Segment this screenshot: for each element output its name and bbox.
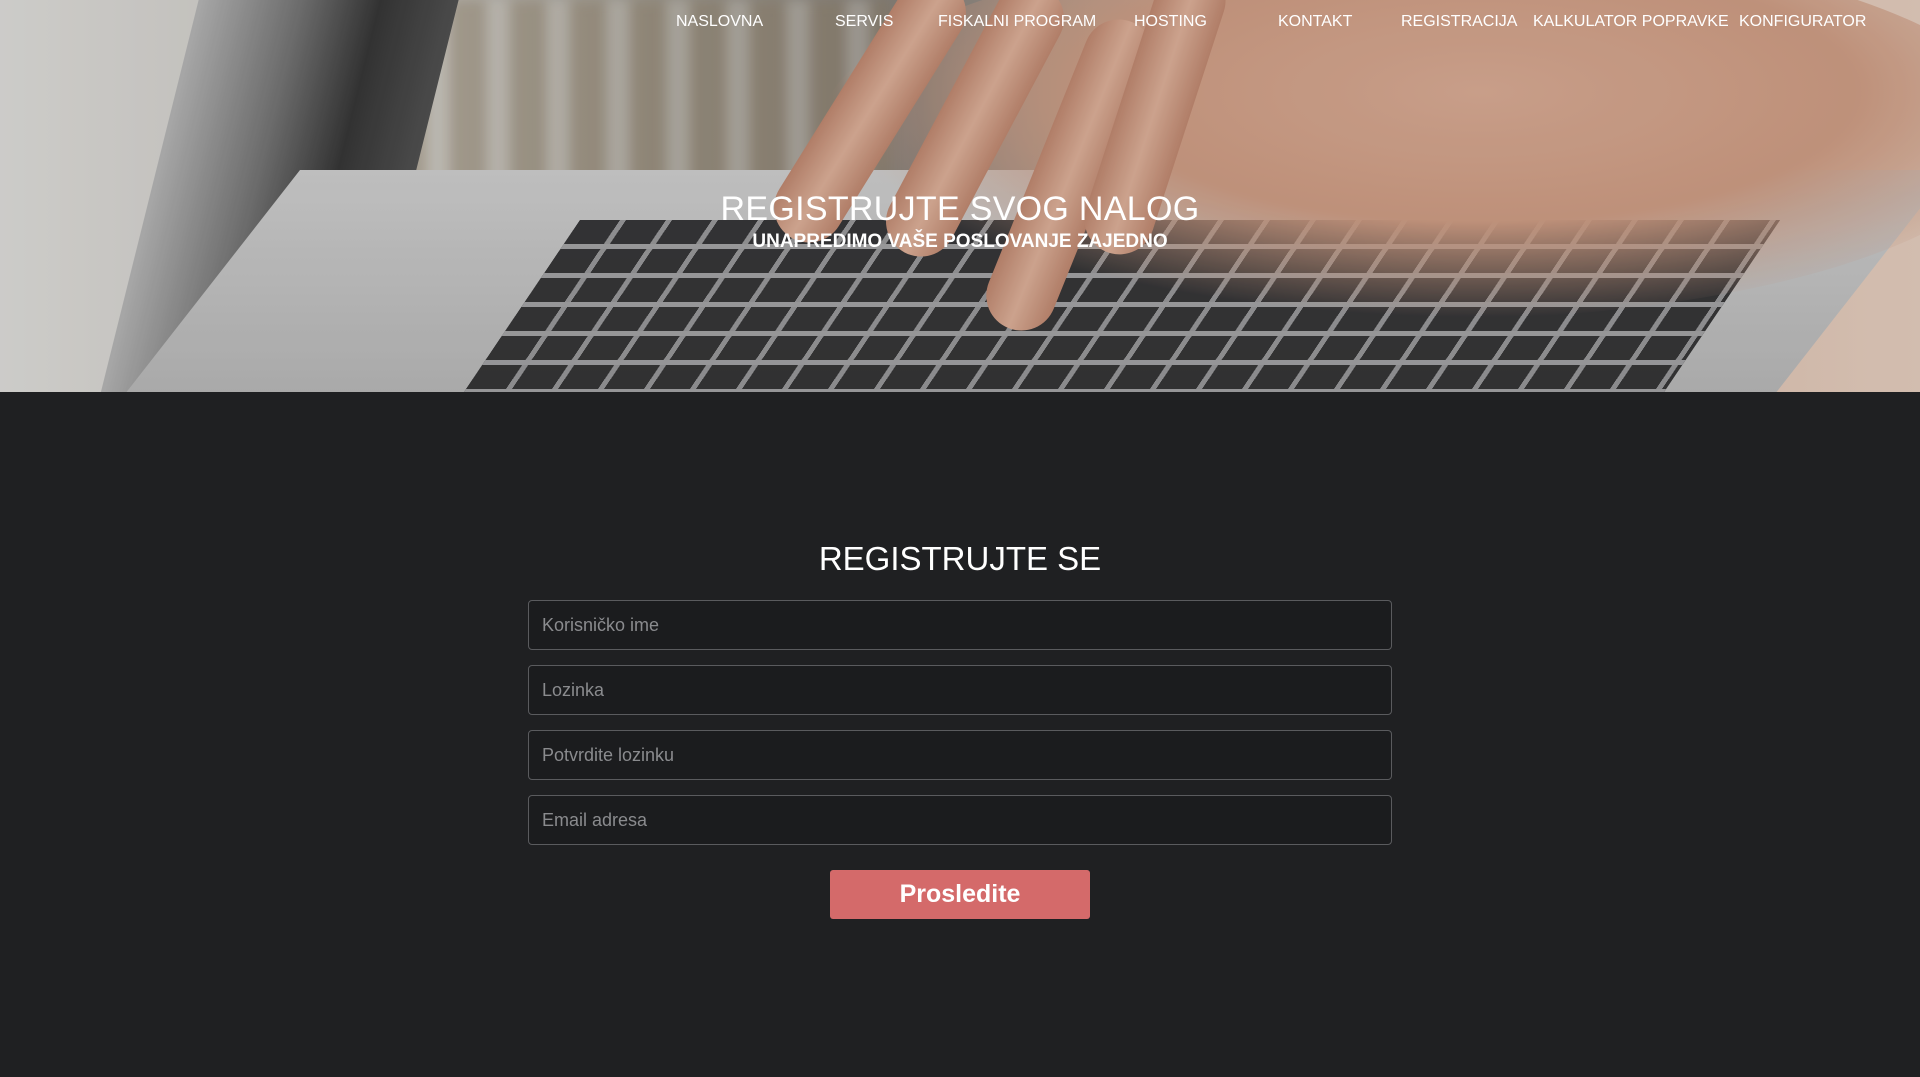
nav-item-registracija[interactable]: REGISTRACIJA	[1401, 13, 1517, 31]
hero-subtitle: UNAPREDIMO VAŠE POSLOVANJE ZAJEDNO	[752, 231, 1168, 252]
email-input[interactable]	[528, 795, 1392, 845]
registration-section: REGISTRUJTE SE Prosledite	[0, 392, 1920, 1077]
nav-item-naslovna[interactable]: NASLOVNA	[676, 13, 763, 31]
nav-item-fiskalni-program[interactable]: FISKALNI PROGRAM	[938, 13, 1096, 31]
form-title: REGISTRUJTE SE	[818, 540, 1102, 577]
username-input[interactable]	[528, 600, 1392, 650]
hero-banner: NASLOVNA SERVIS FISKALNI PROGRAM HOSTING…	[0, 0, 1920, 392]
nav-item-hosting[interactable]: HOSTING	[1134, 13, 1207, 31]
nav-item-konfigurator[interactable]: KONFIGURATOR	[1739, 13, 1866, 31]
submit-button[interactable]: Prosledite	[830, 870, 1090, 919]
nav-item-servis[interactable]: SERVIS	[835, 13, 893, 31]
main-navigation: NASLOVNA SERVIS FISKALNI PROGRAM HOSTING…	[0, 0, 1920, 46]
nav-item-kontakt[interactable]: KONTAKT	[1278, 13, 1352, 31]
hero-title: REGISTRUJTE SVOG NALOG	[720, 190, 1200, 228]
confirm-password-input[interactable]	[528, 730, 1392, 780]
password-input[interactable]	[528, 665, 1392, 715]
nav-item-kalkulator-popravke[interactable]: KALKULATOR POPRAVKE	[1533, 13, 1729, 31]
